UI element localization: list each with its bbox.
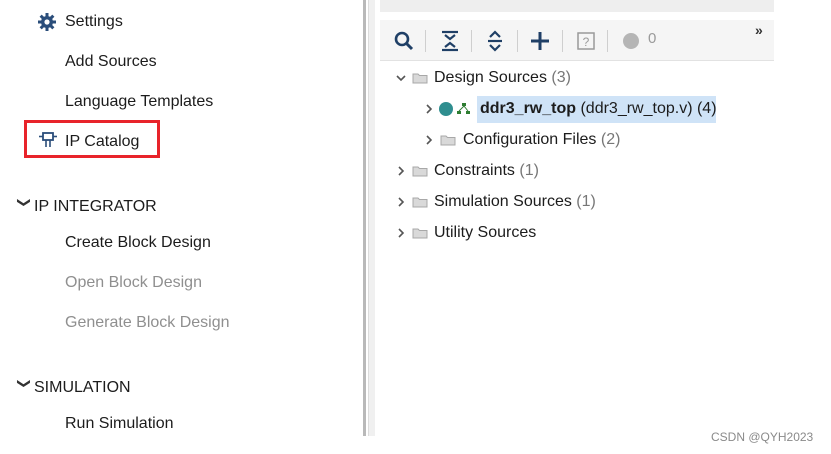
toolbar-separator (562, 30, 563, 52)
search-icon[interactable] (392, 29, 416, 53)
flow-navigator: Settings Add Sources Language Templates … (0, 0, 364, 454)
constraints-label: Constraints (434, 162, 515, 179)
chevron-right-icon[interactable] (394, 164, 408, 178)
watermark-text: CSDN @QYH2023 (711, 430, 814, 444)
simulation-sources-count: (1) (576, 193, 596, 210)
top-module-file: (ddr3_rw_top.v) (580, 100, 693, 117)
configuration-files-count: (2) (600, 131, 621, 148)
toolbar-count: 0 (648, 30, 657, 47)
folder-icon (412, 197, 428, 208)
nav-create-block-design[interactable]: Create Block Design (65, 233, 211, 253)
nav-generate-block-design: Generate Block Design (65, 314, 230, 331)
nav-open-block-design: Open Block Design (65, 274, 202, 291)
nav-ip-catalog[interactable]: IP Catalog (65, 132, 139, 152)
chevron-right-icon[interactable] (394, 226, 408, 240)
chevron-right-icon[interactable] (422, 102, 436, 116)
nav-add-sources[interactable]: Add Sources (65, 52, 157, 72)
nav-language-templates[interactable]: Language Templates (65, 92, 213, 112)
chevron-down-icon: ❯ (17, 197, 32, 208)
nav-settings[interactable]: Settings (65, 12, 123, 32)
toolbar-separator (425, 30, 426, 52)
section-simulation-title: SIMULATION (34, 379, 131, 396)
folder-icon (440, 135, 456, 146)
toolbar-separator (607, 30, 608, 52)
design-sources-count: (3) (551, 69, 571, 86)
chevron-right-icon[interactable] (394, 195, 408, 209)
chevron-down-icon[interactable] (394, 71, 408, 85)
section-ip-integrator-title: IP INTEGRATOR (34, 198, 157, 215)
module-dot-icon (439, 102, 453, 116)
add-icon[interactable] (528, 29, 552, 53)
hierarchy-icon (457, 103, 470, 114)
chevron-right-icon[interactable] (422, 133, 436, 147)
ip-chip-icon (39, 132, 57, 147)
panel-splitter[interactable] (363, 0, 366, 436)
folder-icon (412, 73, 428, 84)
help-icon[interactable]: ? (574, 29, 598, 53)
collapse-all-icon[interactable] (438, 29, 462, 53)
folder-icon (412, 166, 428, 177)
simulation-sources-label: Simulation Sources (434, 193, 572, 210)
toolbar-overflow-button[interactable]: » (755, 22, 763, 38)
folder-icon (412, 228, 428, 239)
toolbar-separator (471, 30, 472, 52)
svg-text:?: ? (583, 35, 590, 49)
nav-run-simulation[interactable]: Run Simulation (65, 414, 174, 434)
design-sources-label: Design Sources (434, 69, 547, 86)
chevron-down-icon: ❯ (17, 378, 32, 389)
sources-panel (380, 0, 774, 436)
sources-title-strip (380, 0, 774, 12)
top-module-name: ddr3_rw_top (480, 100, 577, 117)
circle-icon[interactable] (619, 29, 643, 53)
section-simulation[interactable]: ❯ SIMULATION (14, 378, 131, 398)
utility-sources-label: Utility Sources (434, 224, 537, 241)
configuration-files-label: Configuration Files (463, 131, 597, 148)
expand-all-icon[interactable] (483, 29, 507, 53)
toolbar-separator (517, 30, 518, 52)
section-ip-integrator[interactable]: ❯ IP INTEGRATOR (14, 197, 157, 217)
gear-icon (38, 13, 56, 31)
panel-splitter-gutter (368, 0, 375, 436)
constraints-count: (1) (519, 162, 539, 179)
top-module-count: (4) (696, 100, 717, 117)
